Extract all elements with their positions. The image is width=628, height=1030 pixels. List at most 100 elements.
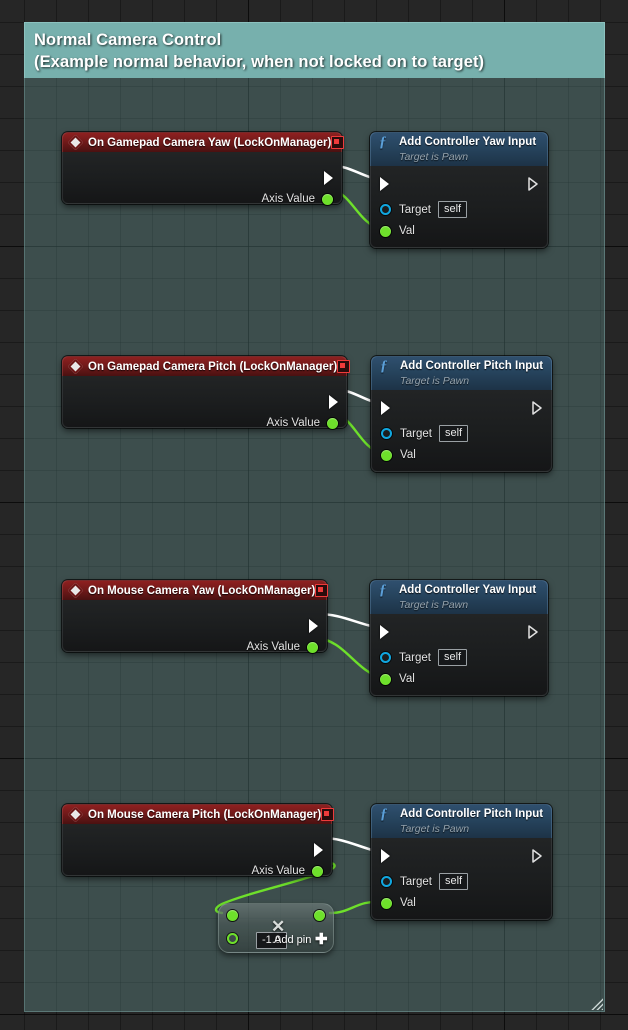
event-node-on-gamepad-camera-yaw[interactable]: On Gamepad Camera Yaw (LockOnManager) Ax… [62, 132, 345, 205]
event-node-header[interactable]: On Mouse Camera Yaw (LockOnManager) [62, 580, 329, 600]
function-node-header[interactable]: ƒ Add Controller Pitch Input Target is P… [371, 804, 552, 838]
exec-output-pin-icon[interactable] [532, 401, 542, 415]
float-input-pin-icon[interactable] [380, 673, 391, 685]
axis-value-output-pin-row[interactable]: Axis Value [262, 193, 333, 205]
multiply-output-pin-row[interactable] [314, 910, 325, 921]
function-node-add-controller-yaw-input-1[interactable]: ƒ Add Controller Yaw Input Target is Paw… [370, 132, 548, 248]
exec-input-pin-icon[interactable] [381, 849, 390, 863]
comment-box-header[interactable]: Normal Camera Control (Example normal be… [24, 22, 605, 78]
function-node-header[interactable]: ƒ Add Controller Yaw Input Target is Paw… [370, 132, 548, 166]
function-f-icon: ƒ [380, 806, 388, 822]
target-input-pin-row[interactable]: Target self [381, 873, 469, 890]
function-node-subtitle: Target is Pawn [399, 151, 469, 163]
val-input-pin-row[interactable]: Val [380, 225, 415, 237]
target-input-pin-row[interactable]: Target self [381, 425, 469, 442]
axis-value-output-pin-row[interactable]: Axis Value [247, 641, 318, 653]
target-value-field[interactable]: self [437, 649, 468, 666]
object-input-pin-icon[interactable] [380, 204, 391, 215]
exec-input-pin-icon[interactable] [381, 401, 390, 415]
exec-output-pin-row[interactable] [528, 625, 538, 639]
axis-value-label: Axis Value [266, 417, 320, 429]
object-input-pin-icon[interactable] [380, 652, 391, 663]
exec-output-pin-icon[interactable] [324, 171, 333, 185]
float-output-pin-icon[interactable] [307, 641, 318, 653]
exec-output-pin-row[interactable] [532, 401, 542, 415]
val-input-pin-row[interactable]: Val [381, 897, 416, 909]
exec-output-pin-row[interactable] [324, 171, 333, 185]
event-node-on-mouse-camera-yaw[interactable]: On Mouse Camera Yaw (LockOnManager) Axis… [62, 580, 329, 653]
target-label: Target [399, 203, 431, 216]
exec-output-pin-row[interactable] [314, 843, 323, 857]
function-node-title: Add Controller Pitch Input [400, 360, 544, 372]
axis-value-output-pin-row[interactable]: Axis Value [252, 865, 323, 877]
blueprint-graph-canvas[interactable]: Normal Camera Control (Example normal be… [0, 0, 628, 1030]
function-node-header[interactable]: ƒ Add Controller Pitch Input Target is P… [371, 356, 552, 390]
event-diamond-icon [67, 358, 84, 375]
close-icon[interactable] [321, 808, 335, 821]
close-icon[interactable] [337, 360, 351, 373]
close-icon[interactable] [331, 136, 345, 149]
event-node-body: Axis Value [62, 376, 347, 429]
function-node-body: Target self Val [371, 390, 552, 472]
float-output-pin-icon[interactable] [322, 193, 333, 205]
function-node-header[interactable]: ƒ Add Controller Yaw Input Target is Paw… [370, 580, 548, 614]
target-input-pin-row[interactable]: Target self [380, 649, 468, 666]
event-diamond-icon [67, 134, 84, 151]
add-pin-plus-icon[interactable]: ✚ [315, 932, 328, 947]
val-label: Val [400, 897, 416, 909]
exec-input-pin-icon[interactable] [380, 625, 389, 639]
exec-output-pin-row[interactable] [309, 619, 318, 633]
axis-value-label: Axis Value [251, 865, 305, 877]
exec-output-pin-icon[interactable] [528, 177, 538, 191]
val-input-pin-row[interactable]: Val [381, 449, 416, 461]
exec-input-pin-row[interactable] [380, 625, 389, 639]
float-input-pin-icon[interactable] [381, 897, 392, 909]
float-input-pin-icon[interactable] [380, 225, 391, 237]
exec-output-pin-icon[interactable] [528, 625, 538, 639]
function-node-add-controller-yaw-input-2[interactable]: ƒ Add Controller Yaw Input Target is Paw… [370, 580, 548, 696]
event-node-header[interactable]: On Gamepad Camera Pitch (LockOnManager) [62, 356, 351, 376]
event-node-on-mouse-camera-pitch[interactable]: On Mouse Camera Pitch (LockOnManager) Ax… [62, 804, 335, 877]
exec-output-pin-row[interactable] [532, 849, 542, 863]
exec-output-pin-row[interactable] [528, 177, 538, 191]
exec-output-pin-row[interactable] [329, 395, 338, 409]
float-input-pin-icon[interactable] [227, 933, 238, 944]
exec-input-pin-row[interactable] [380, 177, 389, 191]
event-node-on-gamepad-camera-pitch[interactable]: On Gamepad Camera Pitch (LockOnManager) … [62, 356, 351, 429]
comment-title-line-1: Normal Camera Control [34, 31, 222, 49]
float-input-pin-icon[interactable] [227, 910, 238, 921]
function-node-subtitle: Target is Pawn [400, 375, 470, 387]
multiply-input-a-pin-row[interactable] [227, 910, 238, 921]
function-node-body: Target self Val [370, 614, 548, 696]
float-input-pin-icon[interactable] [381, 449, 392, 461]
add-pin-label[interactable]: Add pin [274, 934, 311, 946]
multiply-input-b-pin-row[interactable] [227, 933, 238, 944]
val-label: Val [399, 225, 415, 237]
close-icon[interactable] [315, 584, 329, 597]
function-node-add-controller-pitch-input-2[interactable]: ƒ Add Controller Pitch Input Target is P… [371, 804, 552, 920]
exec-output-pin-icon[interactable] [314, 843, 323, 857]
event-node-header[interactable]: On Gamepad Camera Yaw (LockOnManager) [62, 132, 345, 152]
exec-input-pin-row[interactable] [381, 401, 390, 415]
axis-value-output-pin-row[interactable]: Axis Value [267, 417, 338, 429]
exec-output-pin-icon[interactable] [532, 849, 542, 863]
float-output-pin-icon[interactable] [312, 865, 323, 877]
float-output-pin-icon[interactable] [327, 417, 338, 429]
math-node-multiply[interactable]: -1.0 ✕ Add pin ✚ [218, 903, 334, 953]
target-value-field[interactable]: self [438, 425, 469, 442]
float-output-pin-icon[interactable] [314, 910, 325, 921]
object-input-pin-icon[interactable] [381, 876, 392, 887]
target-value-field[interactable]: self [438, 873, 469, 890]
target-input-pin-row[interactable]: Target self [380, 201, 468, 218]
function-node-add-controller-pitch-input-1[interactable]: ƒ Add Controller Pitch Input Target is P… [371, 356, 552, 472]
exec-output-pin-icon[interactable] [309, 619, 318, 633]
val-label: Val [400, 449, 416, 461]
exec-output-pin-icon[interactable] [329, 395, 338, 409]
exec-input-pin-icon[interactable] [380, 177, 389, 191]
target-value-field[interactable]: self [437, 201, 468, 218]
event-node-header[interactable]: On Mouse Camera Pitch (LockOnManager) [62, 804, 335, 824]
exec-input-pin-row[interactable] [381, 849, 390, 863]
target-label: Target [400, 427, 432, 440]
val-input-pin-row[interactable]: Val [380, 673, 415, 685]
object-input-pin-icon[interactable] [381, 428, 392, 439]
